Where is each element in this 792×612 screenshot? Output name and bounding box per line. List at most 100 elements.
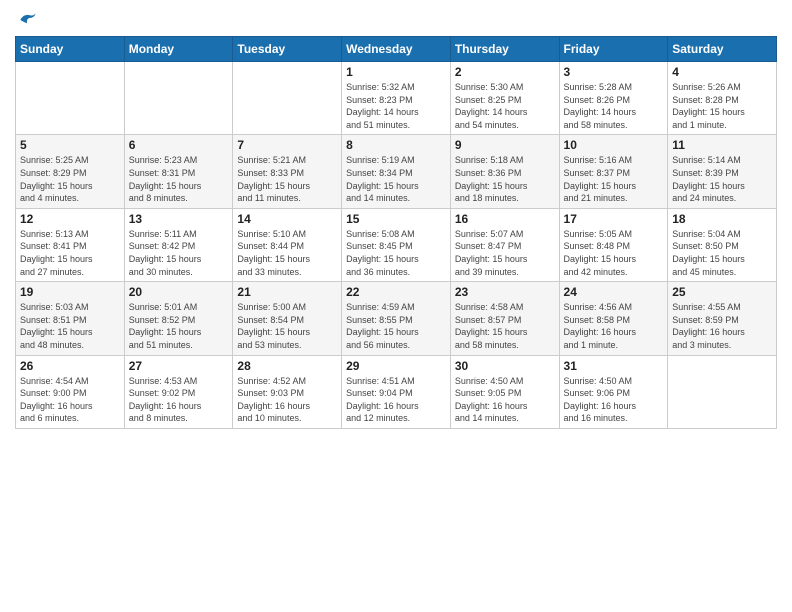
calendar-day-31: 31 Sunrise: 4:50 AMSunset: 9:06 PMDayligh…	[559, 355, 668, 428]
day-number: 9	[455, 138, 555, 152]
day-number: 3	[564, 65, 664, 79]
calendar-day-1: 1 Sunrise: 5:32 AMSunset: 8:23 PMDaylight…	[342, 62, 451, 135]
calendar-empty-cell	[668, 355, 777, 428]
day-info: Sunrise: 4:54 AMSunset: 9:00 PMDaylight:…	[20, 375, 120, 425]
day-info: Sunrise: 5:03 AMSunset: 8:51 PMDaylight:…	[20, 301, 120, 351]
calendar-day-17: 17 Sunrise: 5:05 AMSunset: 8:48 PMDayligh…	[559, 208, 668, 281]
day-number: 11	[672, 138, 772, 152]
calendar-day-26: 26 Sunrise: 4:54 AMSunset: 9:00 PMDayligh…	[16, 355, 125, 428]
day-info: Sunrise: 4:56 AMSunset: 8:58 PMDaylight:…	[564, 301, 664, 351]
logo	[15, 10, 37, 30]
day-header-friday: Friday	[559, 37, 668, 62]
calendar-header-row: SundayMondayTuesdayWednesdayThursdayFrid…	[16, 37, 777, 62]
calendar-day-22: 22Sunrise: 4:59 AMSunset: 8:55 PMDayligh…	[342, 282, 451, 355]
day-info: Sunrise: 4:59 AMSunset: 8:55 PMDaylight:…	[346, 301, 446, 351]
calendar-day-3: 3 Sunrise: 5:28 AMSunset: 8:26 PMDaylight…	[559, 62, 668, 135]
calendar-week-row: 12 Sunrise: 5:13 AMSunset: 8:41 PMDayligh…	[16, 208, 777, 281]
day-info: Sunrise: 5:11 AMSunset: 8:42 PMDaylight:…	[129, 228, 229, 278]
day-info: Sunrise: 5:26 AMSunset: 8:28 PMDaylight:…	[672, 81, 772, 131]
day-number: 16	[455, 212, 555, 226]
calendar-day-25: 25 Sunrise: 4:55 AMSunset: 8:59 PMDayligh…	[668, 282, 777, 355]
day-info: Sunrise: 5:05 AMSunset: 8:48 PMDaylight:…	[564, 228, 664, 278]
day-number: 30	[455, 359, 555, 373]
day-number: 24	[564, 285, 664, 299]
calendar-day-5: 5Sunrise: 5:25 AMSunset: 8:29 PMDaylight…	[16, 135, 125, 208]
day-number: 19	[20, 285, 120, 299]
day-info: Sunrise: 5:19 AMSunset: 8:34 PMDaylight:…	[346, 154, 446, 204]
day-info: Sunrise: 4:51 AMSunset: 9:04 PMDaylight:…	[346, 375, 446, 425]
calendar-day-18: 18 Sunrise: 5:04 AMSunset: 8:50 PMDayligh…	[668, 208, 777, 281]
calendar-day-15: 15Sunrise: 5:08 AMSunset: 8:45 PMDayligh…	[342, 208, 451, 281]
day-info: Sunrise: 5:00 AMSunset: 8:54 PMDaylight:…	[237, 301, 337, 351]
day-info: Sunrise: 5:13 AMSunset: 8:41 PMDaylight:…	[20, 228, 120, 278]
day-info: Sunrise: 4:55 AMSunset: 8:59 PMDaylight:…	[672, 301, 772, 351]
day-number: 2	[455, 65, 555, 79]
day-number: 6	[129, 138, 229, 152]
calendar-day-14: 14Sunrise: 5:10 AMSunset: 8:44 PMDayligh…	[233, 208, 342, 281]
day-info: Sunrise: 5:01 AMSunset: 8:52 PMDaylight:…	[129, 301, 229, 351]
day-number: 4	[672, 65, 772, 79]
calendar-day-8: 8 Sunrise: 5:19 AMSunset: 8:34 PMDaylight…	[342, 135, 451, 208]
day-info: Sunrise: 5:04 AMSunset: 8:50 PMDaylight:…	[672, 228, 772, 278]
calendar-empty-cell	[16, 62, 125, 135]
day-number: 12	[20, 212, 120, 226]
day-number: 26	[20, 359, 120, 373]
calendar-day-12: 12 Sunrise: 5:13 AMSunset: 8:41 PMDayligh…	[16, 208, 125, 281]
day-info: Sunrise: 4:50 AMSunset: 9:06 PMDaylight:…	[564, 375, 664, 425]
day-info: Sunrise: 5:16 AMSunset: 8:37 PMDaylight:…	[564, 154, 664, 204]
day-number: 5	[20, 138, 120, 152]
calendar-day-13: 13 Sunrise: 5:11 AMSunset: 8:42 PMDayligh…	[124, 208, 233, 281]
calendar-empty-cell	[233, 62, 342, 135]
calendar-day-21: 21 Sunrise: 5:00 AMSunset: 8:54 PMDayligh…	[233, 282, 342, 355]
day-number: 29	[346, 359, 446, 373]
calendar-week-row: 26 Sunrise: 4:54 AMSunset: 9:00 PMDayligh…	[16, 355, 777, 428]
day-number: 1	[346, 65, 446, 79]
day-number: 21	[237, 285, 337, 299]
day-info: Sunrise: 5:21 AMSunset: 8:33 PMDaylight:…	[237, 154, 337, 204]
day-info: Sunrise: 4:53 AMSunset: 9:02 PMDaylight:…	[129, 375, 229, 425]
day-info: Sunrise: 4:58 AMSunset: 8:57 PMDaylight:…	[455, 301, 555, 351]
day-header-tuesday: Tuesday	[233, 37, 342, 62]
day-header-saturday: Saturday	[668, 37, 777, 62]
calendar-day-28: 28 Sunrise: 4:52 AMSunset: 9:03 PMDayligh…	[233, 355, 342, 428]
day-number: 13	[129, 212, 229, 226]
day-number: 7	[237, 138, 337, 152]
calendar-week-row: 5Sunrise: 5:25 AMSunset: 8:29 PMDaylight…	[16, 135, 777, 208]
day-number: 20	[129, 285, 229, 299]
day-number: 17	[564, 212, 664, 226]
day-number: 31	[564, 359, 664, 373]
day-number: 8	[346, 138, 446, 152]
calendar-day-23: 23 Sunrise: 4:58 AMSunset: 8:57 PMDayligh…	[450, 282, 559, 355]
calendar-day-19: 19 Sunrise: 5:03 AMSunset: 8:51 PMDayligh…	[16, 282, 125, 355]
day-info: Sunrise: 5:07 AMSunset: 8:47 PMDaylight:…	[455, 228, 555, 278]
day-number: 23	[455, 285, 555, 299]
day-number: 14	[237, 212, 337, 226]
day-info: Sunrise: 4:50 AMSunset: 9:05 PMDaylight:…	[455, 375, 555, 425]
page-header	[15, 10, 777, 30]
calendar-week-row: 19 Sunrise: 5:03 AMSunset: 8:51 PMDayligh…	[16, 282, 777, 355]
calendar-day-7: 7 Sunrise: 5:21 AMSunset: 8:33 PMDaylight…	[233, 135, 342, 208]
day-header-wednesday: Wednesday	[342, 37, 451, 62]
day-header-thursday: Thursday	[450, 37, 559, 62]
calendar-day-16: 16 Sunrise: 5:07 AMSunset: 8:47 PMDayligh…	[450, 208, 559, 281]
calendar-day-24: 24 Sunrise: 4:56 AMSunset: 8:58 PMDayligh…	[559, 282, 668, 355]
day-info: Sunrise: 5:14 AMSunset: 8:39 PMDaylight:…	[672, 154, 772, 204]
logo-bird-icon	[17, 10, 37, 30]
calendar-day-29: 29 Sunrise: 4:51 AMSunset: 9:04 PMDayligh…	[342, 355, 451, 428]
day-number: 25	[672, 285, 772, 299]
day-info: Sunrise: 5:28 AMSunset: 8:26 PMDaylight:…	[564, 81, 664, 131]
calendar-day-20: 20 Sunrise: 5:01 AMSunset: 8:52 PMDayligh…	[124, 282, 233, 355]
day-info: Sunrise: 5:32 AMSunset: 8:23 PMDaylight:…	[346, 81, 446, 131]
day-number: 18	[672, 212, 772, 226]
day-info: Sunrise: 5:08 AMSunset: 8:45 PMDaylight:…	[346, 228, 446, 278]
calendar-day-30: 30 Sunrise: 4:50 AMSunset: 9:05 PMDayligh…	[450, 355, 559, 428]
day-number: 27	[129, 359, 229, 373]
calendar-day-9: 9Sunrise: 5:18 AMSunset: 8:36 PMDaylight…	[450, 135, 559, 208]
day-number: 28	[237, 359, 337, 373]
day-info: Sunrise: 5:30 AMSunset: 8:25 PMDaylight:…	[455, 81, 555, 131]
calendar-day-11: 11 Sunrise: 5:14 AMSunset: 8:39 PMDayligh…	[668, 135, 777, 208]
day-info: Sunrise: 4:52 AMSunset: 9:03 PMDaylight:…	[237, 375, 337, 425]
calendar-week-row: 1 Sunrise: 5:32 AMSunset: 8:23 PMDaylight…	[16, 62, 777, 135]
calendar-day-10: 10Sunrise: 5:16 AMSunset: 8:37 PMDayligh…	[559, 135, 668, 208]
calendar-day-2: 2 Sunrise: 5:30 AMSunset: 8:25 PMDaylight…	[450, 62, 559, 135]
